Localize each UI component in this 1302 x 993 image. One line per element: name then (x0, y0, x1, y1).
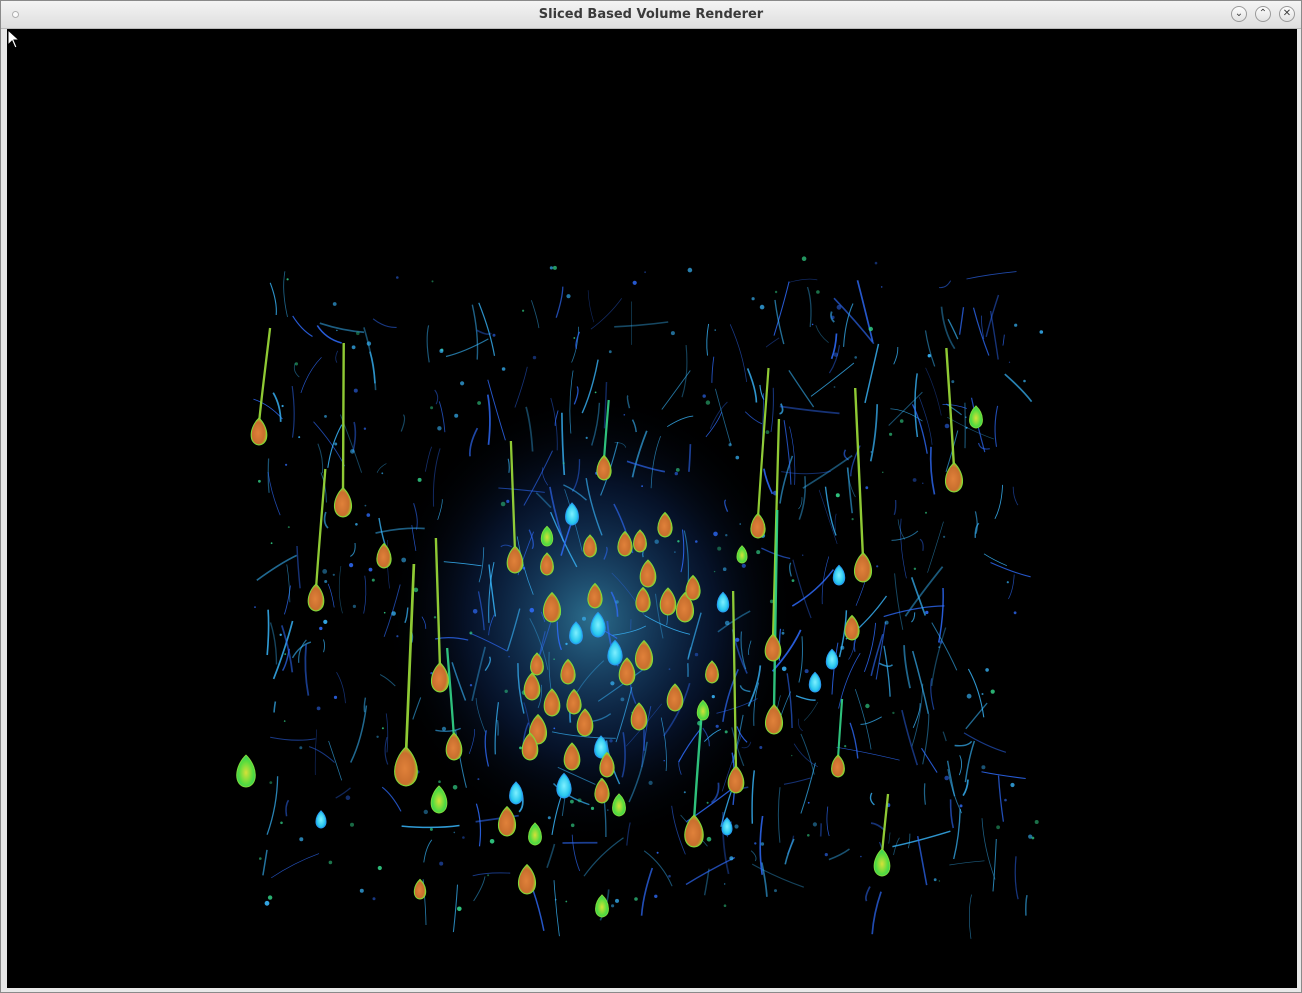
app-window: Sliced Based Volume Renderer ⌄ ⌃ ✕ (0, 0, 1302, 993)
neuron-soma (430, 785, 448, 814)
neuron-soma (333, 486, 353, 518)
apical-dendrite (341, 342, 345, 494)
close-icon: ✕ (1282, 8, 1292, 19)
neuron-soma (315, 810, 327, 829)
maximize-button[interactable]: ⌃ (1255, 6, 1271, 22)
neuron-soma (595, 894, 609, 918)
neuron-soma (413, 878, 427, 900)
chevron-down-icon: ⌄ (1234, 8, 1244, 19)
chevron-up-icon: ⌃ (1258, 8, 1268, 19)
neuron-soma (236, 754, 256, 788)
neuron-soma (969, 405, 983, 429)
neuron-soma (517, 863, 537, 895)
neuron-soma (394, 746, 418, 787)
neuron-soma (853, 551, 873, 583)
volume-render-canvas[interactable] (7, 29, 1297, 988)
mouse-cursor-icon (7, 29, 21, 49)
neuron-soma (832, 564, 846, 586)
neuron-soma (844, 614, 860, 641)
neuron-soma (307, 583, 325, 612)
close-button[interactable]: ✕ (1279, 6, 1295, 22)
neuron-soma (250, 417, 268, 446)
minimize-button[interactable]: ⌄ (1231, 6, 1247, 22)
apical-dendrite (880, 793, 890, 855)
window-title: Sliced Based Volume Renderer (538, 7, 764, 22)
apical-dendrite (257, 327, 272, 424)
apical-dendrite (853, 387, 865, 559)
neuron-soma (831, 754, 845, 778)
neuron-soma (873, 848, 891, 877)
render-viewport[interactable] (7, 29, 1297, 988)
neuron-soma (376, 542, 392, 569)
neuron-soma (808, 671, 822, 693)
title-bar[interactable]: Sliced Based Volume Renderer ⌄ ⌃ ✕ (1, 1, 1301, 29)
